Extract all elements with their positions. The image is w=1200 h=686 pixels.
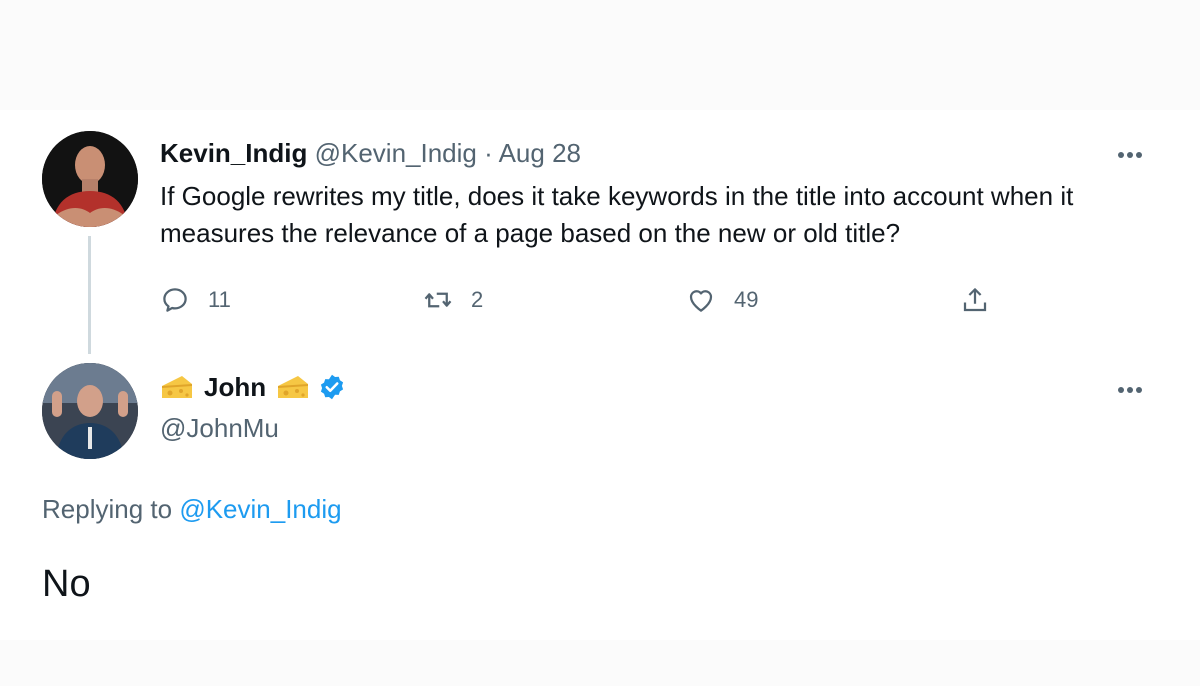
- reply-author-handle[interactable]: @JohnMu: [160, 412, 279, 444]
- avatar-john[interactable]: [42, 363, 138, 459]
- tweet-date[interactable]: Aug 28: [499, 138, 581, 168]
- replying-to-line: Replying to @Kevin_Indig: [42, 492, 342, 526]
- retweet-icon: [424, 292, 452, 308]
- reply-button[interactable]: 11: [160, 282, 231, 318]
- reply-count: 11: [208, 287, 231, 312]
- verified-badge-icon: [321, 374, 344, 400]
- retweet-button[interactable]: 2: [423, 282, 483, 318]
- more-options-icon[interactable]: [1118, 380, 1158, 396]
- like-button[interactable]: 49: [686, 282, 758, 318]
- reply-author-line: John: [160, 370, 346, 404]
- heart-icon: [689, 290, 713, 312]
- author-handle[interactable]: @Kevin_Indig: [315, 138, 477, 168]
- more-options-icon[interactable]: [1118, 145, 1158, 161]
- cheese-icon: [278, 376, 309, 398]
- share-icon: [963, 288, 987, 312]
- tweet-actions: 11 2 49: [160, 282, 1020, 318]
- reply-author-name[interactable]: John: [204, 370, 266, 404]
- avatar-kevin[interactable]: [42, 131, 138, 227]
- replying-to-prefix: Replying to: [42, 494, 173, 524]
- author-name[interactable]: Kevin_Indig: [160, 138, 307, 168]
- share-button[interactable]: [960, 282, 990, 318]
- reply-icon: [163, 288, 187, 312]
- reply-text: No: [42, 563, 91, 605]
- like-count: 49: [734, 287, 759, 312]
- thread-connector-line: [88, 236, 91, 354]
- cheese-icon: [162, 376, 192, 398]
- tweet-header: Kevin_Indig @Kevin_Indig · Aug 28: [160, 138, 581, 168]
- tweet-text: If Google rewrites my title, does it tak…: [160, 181, 1074, 248]
- header-separator: ·: [484, 138, 493, 168]
- retweet-count: 2: [471, 287, 484, 312]
- replying-to-link[interactable]: @Kevin_Indig: [179, 494, 341, 524]
